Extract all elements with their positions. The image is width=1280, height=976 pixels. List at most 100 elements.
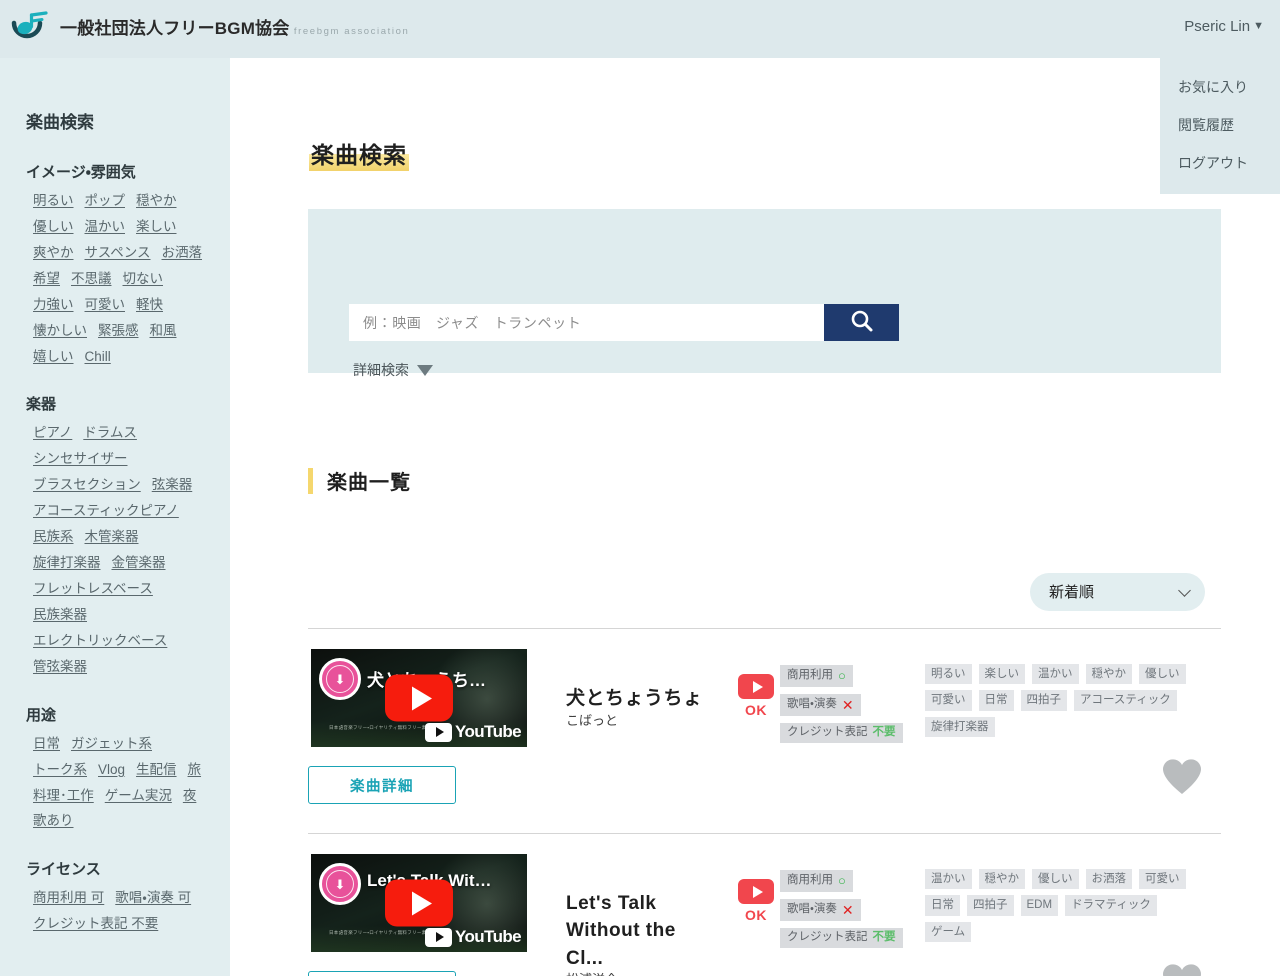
sidebar-link-1-8[interactable]: 旋律打楽器: [33, 553, 101, 574]
sidebar-link-0-6[interactable]: 爽やか: [33, 243, 74, 264]
sidebar-link-2-5[interactable]: 旅: [188, 760, 202, 781]
song-tag-7[interactable]: 四拍子: [1020, 690, 1067, 711]
heart-icon[interactable]: [1161, 757, 1203, 797]
video-thumbnail[interactable]: ⬇ 犬とちょうち… 日本語音楽フリー・ロイヤリティ無料フリー素材 YouTube: [311, 649, 527, 747]
sidebar-link-0-18[interactable]: 嬉しい: [33, 347, 74, 368]
sidebar-link-1-9[interactable]: 金管楽器: [112, 553, 166, 574]
sidebar-link-0-12[interactable]: 力強い: [33, 295, 74, 316]
song-tag-2[interactable]: 温かい: [1032, 664, 1079, 685]
sidebar-link-2-1[interactable]: ガジェット系: [71, 734, 152, 755]
heart-icon[interactable]: [1161, 962, 1203, 976]
license-badge-0: 商用利用 ○: [780, 870, 853, 892]
song-tag-7[interactable]: EDM: [1020, 895, 1059, 916]
sidebar-link-0-0[interactable]: 明るい: [33, 191, 74, 212]
sidebar-link-0-2[interactable]: 穏やか: [136, 191, 177, 212]
sidebar-group-instrument: 楽器 ピアノ ドラムス シンセサイザー ブラスセクション 弦楽器 アコースティックピアノ民…: [0, 393, 230, 677]
youtube-play-icon[interactable]: [385, 674, 453, 722]
song-artist: こばっと: [566, 713, 619, 728]
song-tag-3[interactable]: お洒落: [1085, 869, 1132, 890]
sort-dropdown[interactable]: 新着順人気順再生数順: [1030, 573, 1205, 611]
song-tag-2[interactable]: 優しい: [1032, 869, 1079, 890]
song-tag-3[interactable]: 穏やか: [1085, 664, 1132, 685]
sidebar-link-1-1[interactable]: ドラムス: [83, 423, 137, 444]
song-tag-9[interactable]: 旋律打楽器: [925, 716, 995, 738]
sidebar-link-0-13[interactable]: 可愛い: [85, 295, 126, 316]
sort-select[interactable]: 新着順人気順再生数順: [1030, 573, 1205, 611]
song-tag-9[interactable]: ゲーム: [925, 921, 972, 943]
sidebar-link-2-9[interactable]: 歌あり: [33, 811, 74, 832]
sidebar-link-1-13[interactable]: 管弦楽器: [33, 657, 87, 678]
song-tag-1[interactable]: 楽しい: [978, 664, 1025, 685]
sidebar-link-1-6[interactable]: 民族系: [33, 527, 74, 548]
site-header: 一般社団法人フリーBGM協会 freebgm association Pseri…: [0, 0, 1280, 58]
sidebar-link-0-8[interactable]: お洒落: [162, 243, 203, 264]
menu-item-favorites[interactable]: お気に入り: [1160, 68, 1280, 106]
brand[interactable]: 一般社団法人フリーBGM協会 freebgm association: [0, 7, 409, 51]
sidebar-link-0-19[interactable]: Chill: [85, 347, 111, 368]
sidebar-link-1-2[interactable]: シンセサイザー: [33, 449, 128, 470]
youtube-play-icon[interactable]: [385, 879, 453, 927]
sidebar-link-0-16[interactable]: 緊張感: [98, 321, 139, 342]
sidebar-link-1-7[interactable]: 木管楽器: [85, 527, 139, 548]
sidebar-link-2-8[interactable]: 夜: [183, 786, 197, 807]
sidebar-link-0-10[interactable]: 不思議: [71, 269, 112, 290]
sidebar-link-0-17[interactable]: 和風: [150, 321, 177, 342]
caret-down-icon: ▼: [1253, 20, 1264, 32]
sidebar-link-3-0[interactable]: 商用利用 可: [33, 888, 104, 909]
sidebar-link-3-2[interactable]: クレジット表記 不要: [33, 914, 158, 935]
menu-item-history[interactable]: 閲覧履歴: [1160, 106, 1280, 144]
user-menu-button[interactable]: Pseric Lin ▼: [1184, 18, 1264, 35]
sidebar-link-3-1[interactable]: 歌唱・演奏 可: [115, 888, 191, 909]
song-detail-button[interactable]: 楽曲詳細: [308, 971, 456, 976]
song-list: ⬇ 犬とちょうち… 日本語音楽フリー・ロイヤリティ無料フリー素材 YouTube…: [308, 628, 1221, 976]
song-tag-5[interactable]: 日常: [925, 895, 960, 916]
sidebar-link-0-3[interactable]: 優しい: [33, 217, 74, 238]
user-dropdown-menu[interactable]: お気に入り 閲覧履歴 ログアウト: [1160, 58, 1280, 194]
sidebar-link-0-11[interactable]: 切ない: [123, 269, 164, 290]
license-mark-text: 不要: [872, 726, 896, 739]
license-label: 歌唱・演奏: [787, 903, 837, 916]
sidebar-link-1-3[interactable]: ブラスセクション: [33, 475, 141, 496]
sidebar-link-2-2[interactable]: トーク系: [33, 760, 87, 781]
search-button[interactable]: [824, 304, 899, 341]
sidebar-link-2-0[interactable]: 日常: [33, 734, 60, 755]
download-badge-icon: ⬇: [319, 658, 361, 700]
advanced-search-toggle[interactable]: 詳細検索: [353, 360, 433, 380]
sidebar-link-1-4[interactable]: 弦楽器: [152, 475, 193, 496]
sidebar-link-1-11[interactable]: 民族楽器: [33, 605, 87, 626]
sidebar-link-0-9[interactable]: 希望: [33, 269, 60, 290]
sidebar-link-0-7[interactable]: サスペンス: [85, 243, 151, 264]
song-tag-5[interactable]: 可愛い: [925, 690, 972, 711]
sidebar-link-2-6[interactable]: 料理･工作: [33, 786, 94, 807]
song-tag-4[interactable]: 優しい: [1139, 664, 1186, 685]
song-tag-4[interactable]: 可愛い: [1139, 869, 1186, 890]
sidebar-link-2-3[interactable]: Vlog: [98, 760, 125, 781]
song-tag-6[interactable]: 四拍子: [967, 895, 1014, 916]
youtube-icon: [738, 879, 774, 904]
sidebar-link-0-5[interactable]: 楽しい: [136, 217, 177, 238]
song-title: 犬とちょうちょ: [566, 687, 703, 709]
sidebar-link-2-4[interactable]: 生配信: [136, 760, 177, 781]
song-tag-8[interactable]: アコースティック: [1074, 690, 1177, 711]
sidebar-link-2-7[interactable]: ゲーム実況: [105, 786, 172, 807]
song-tag-1[interactable]: 穏やか: [978, 869, 1025, 890]
song-tag-0[interactable]: 温かい: [925, 869, 972, 890]
sidebar-link-0-15[interactable]: 懐かしい: [33, 321, 87, 342]
video-thumbnail[interactable]: ⬇ Let's Talk Wit… 日本語音楽フリー・ロイヤリティ無料フリー素材…: [311, 854, 527, 952]
user-name-label: Pseric Lin: [1184, 18, 1251, 35]
sidebar-link-0-14[interactable]: 軽快: [136, 295, 163, 316]
sidebar-link-1-0[interactable]: ピアノ: [33, 423, 72, 444]
sidebar-link-1-10[interactable]: フレットレスベース: [33, 579, 153, 600]
youtube-logo: YouTube: [425, 927, 522, 947]
sidebar-link-1-12[interactable]: エレクトリックベース: [33, 631, 167, 652]
song-tag-6[interactable]: 日常: [978, 690, 1014, 711]
sidebar-link-0-1[interactable]: ポップ: [85, 191, 126, 212]
sidebar-link-0-4[interactable]: 温かい: [85, 217, 126, 238]
song-detail-button[interactable]: 楽曲詳細: [308, 766, 456, 804]
sidebar-link-1-5[interactable]: アコースティックピアノ: [33, 501, 179, 522]
song-tag-8[interactable]: ドラマティック: [1065, 895, 1157, 916]
license-badge-2: クレジット表記 不要: [780, 928, 903, 949]
search-input[interactable]: [349, 304, 824, 341]
song-tag-0[interactable]: 明るい: [925, 664, 972, 685]
menu-item-logout[interactable]: ログアウト: [1160, 144, 1280, 182]
